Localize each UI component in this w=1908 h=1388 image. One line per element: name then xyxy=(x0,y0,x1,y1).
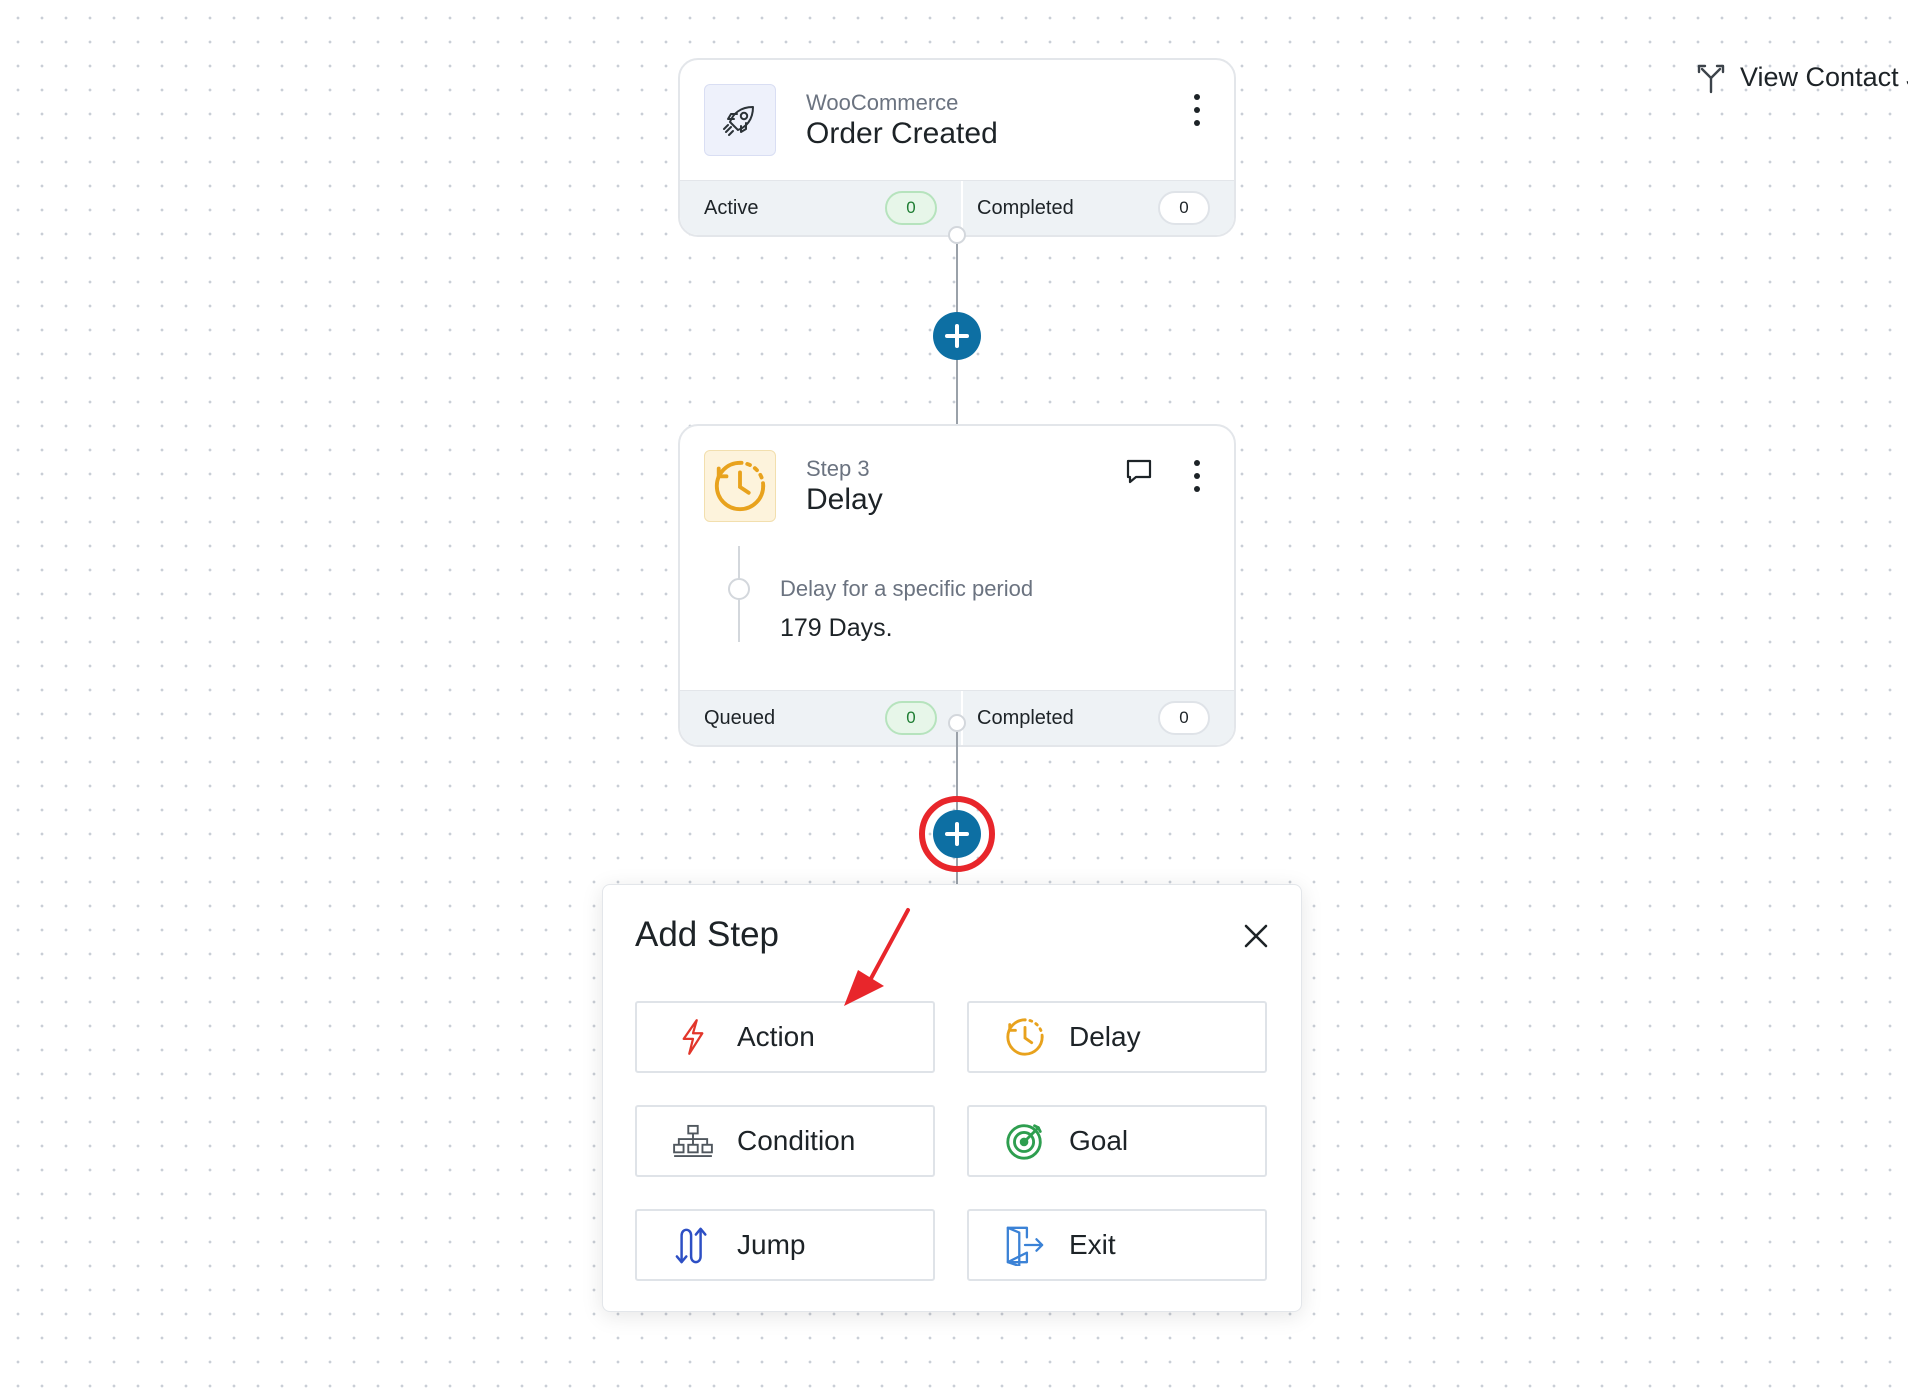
add-step-popup: Add Step Action Delay Condition Goal Jum… xyxy=(602,884,1302,1312)
stat-completed[interactable]: Completed 0 xyxy=(961,181,1234,235)
close-icon[interactable] xyxy=(1241,921,1271,951)
action-option-button[interactable]: Action xyxy=(635,1001,935,1073)
delay-description: Delay for a specific period xyxy=(780,576,1034,601)
delay-option-button[interactable]: Delay xyxy=(967,1001,1267,1073)
add-step-button[interactable] xyxy=(933,810,981,858)
option-label: Action xyxy=(737,1021,815,1052)
option-label: Jump xyxy=(737,1229,806,1260)
hierarchy-icon xyxy=(671,1119,715,1163)
stat-count-badge: 0 xyxy=(1158,191,1210,225)
option-label: Condition xyxy=(737,1125,856,1156)
option-label: Delay xyxy=(1069,1021,1141,1052)
rocket-icon xyxy=(704,84,776,156)
more-options-icon[interactable] xyxy=(1192,94,1202,126)
goal-option-button[interactable]: Goal xyxy=(967,1105,1267,1177)
exit-option-button[interactable]: Exit xyxy=(967,1209,1267,1281)
step-number: Step 3 xyxy=(806,456,870,481)
stat-label: Completed xyxy=(977,196,1074,219)
popup-title: Add Step xyxy=(635,915,779,954)
stat-label: Active xyxy=(704,196,759,219)
stat-label: Queued xyxy=(704,706,776,729)
step-title: Delay xyxy=(806,483,883,516)
connector-line xyxy=(956,724,958,884)
view-contact-label: View Contact J xyxy=(1740,61,1908,92)
jump-option-button[interactable]: Jump xyxy=(635,1209,935,1281)
view-contact-link[interactable]: View Contact J xyxy=(1694,60,1908,94)
stat-count-badge: 0 xyxy=(885,191,937,225)
branch-icon xyxy=(1697,64,1725,94)
trigger-title: Order Created xyxy=(806,117,998,150)
exit-door-icon xyxy=(1003,1223,1047,1267)
delay-duration: 179 Days. xyxy=(780,614,893,642)
jump-icon xyxy=(671,1223,715,1267)
clock-icon xyxy=(704,450,776,522)
stat-completed[interactable]: Completed 0 xyxy=(961,691,1234,745)
stat-count-badge: 0 xyxy=(885,701,937,735)
trigger-card[interactable]: WooCommerce Order Created Active 0 Compl… xyxy=(678,58,1236,237)
option-label: Exit xyxy=(1069,1229,1116,1260)
target-icon xyxy=(1003,1119,1047,1163)
add-step-button[interactable] xyxy=(933,312,981,360)
lightning-icon xyxy=(671,1015,715,1059)
stat-label: Completed xyxy=(977,706,1074,729)
clock-icon xyxy=(1003,1015,1047,1059)
connector-node xyxy=(948,226,966,244)
stat-count-badge: 0 xyxy=(1158,701,1210,735)
stat-queued[interactable]: Queued 0 xyxy=(680,691,961,745)
stat-active[interactable]: Active 0 xyxy=(680,181,961,235)
more-options-icon[interactable] xyxy=(1192,460,1202,492)
condition-option-button[interactable]: Condition xyxy=(635,1105,935,1177)
trigger-source: WooCommerce xyxy=(806,90,959,115)
comment-icon[interactable] xyxy=(1124,456,1154,486)
connector-node xyxy=(948,714,966,732)
delay-step-card[interactable]: Step 3 Delay Delay for a specific period… xyxy=(678,424,1236,747)
timeline-node xyxy=(728,578,750,600)
option-label: Goal xyxy=(1069,1125,1129,1156)
